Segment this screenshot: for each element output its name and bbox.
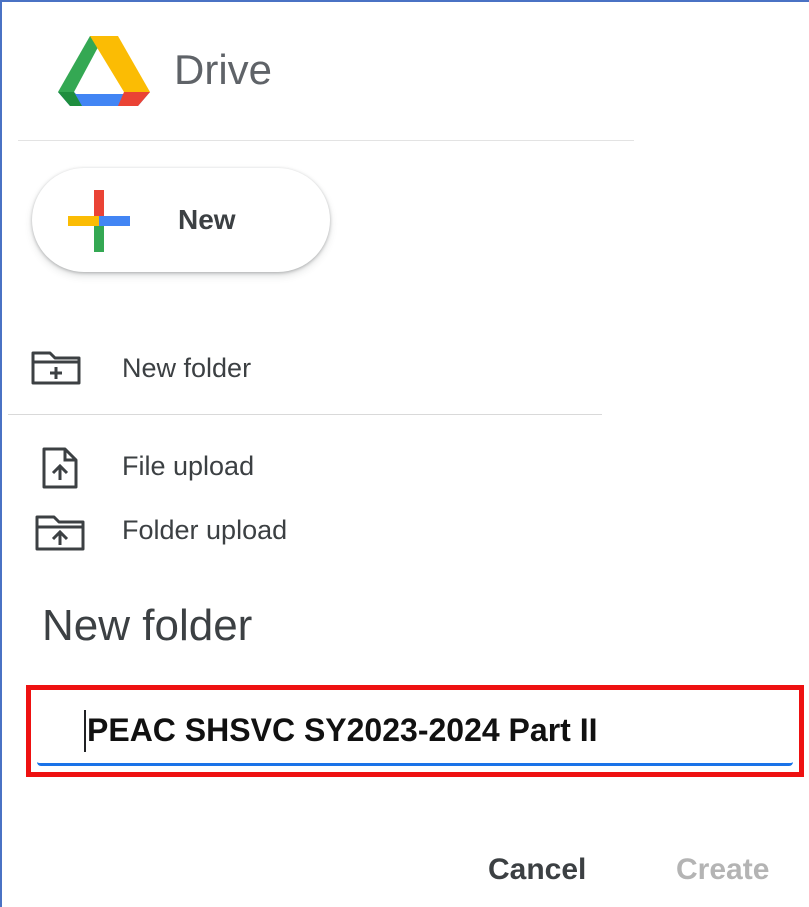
dialog-title: New folder xyxy=(42,601,253,650)
menu-item-new-folder[interactable]: New folder xyxy=(0,346,600,390)
drive-brand-name[interactable]: Drive xyxy=(174,44,272,96)
menu-item-file-upload[interactable]: File upload xyxy=(0,444,600,489)
menu-divider xyxy=(8,414,602,415)
cancel-button[interactable]: Cancel xyxy=(488,850,586,890)
menu-item-label: New folder xyxy=(122,353,252,383)
file-upload-icon xyxy=(42,447,78,489)
header-divider xyxy=(18,140,634,141)
menu-item-folder-upload[interactable]: Folder upload xyxy=(0,508,600,552)
new-folder-icon xyxy=(31,351,81,385)
menu-item-label: File upload xyxy=(122,451,255,481)
folder-name-input[interactable]: PEAC SHSVC SY2023-2024 Part II xyxy=(37,696,793,766)
folder-upload-icon xyxy=(35,515,85,551)
drive-logo-icon[interactable] xyxy=(58,32,150,106)
plus-icon xyxy=(68,190,130,252)
folder-name-value: PEAC SHSVC SY2023-2024 Part II xyxy=(87,712,598,748)
new-button-label: New xyxy=(178,204,236,235)
text-caret xyxy=(84,710,86,752)
folder-name-highlight: PEAC SHSVC SY2023-2024 Part II xyxy=(26,685,804,777)
create-button[interactable]: Create xyxy=(676,850,769,890)
menu-item-label: Folder upload xyxy=(122,515,288,545)
